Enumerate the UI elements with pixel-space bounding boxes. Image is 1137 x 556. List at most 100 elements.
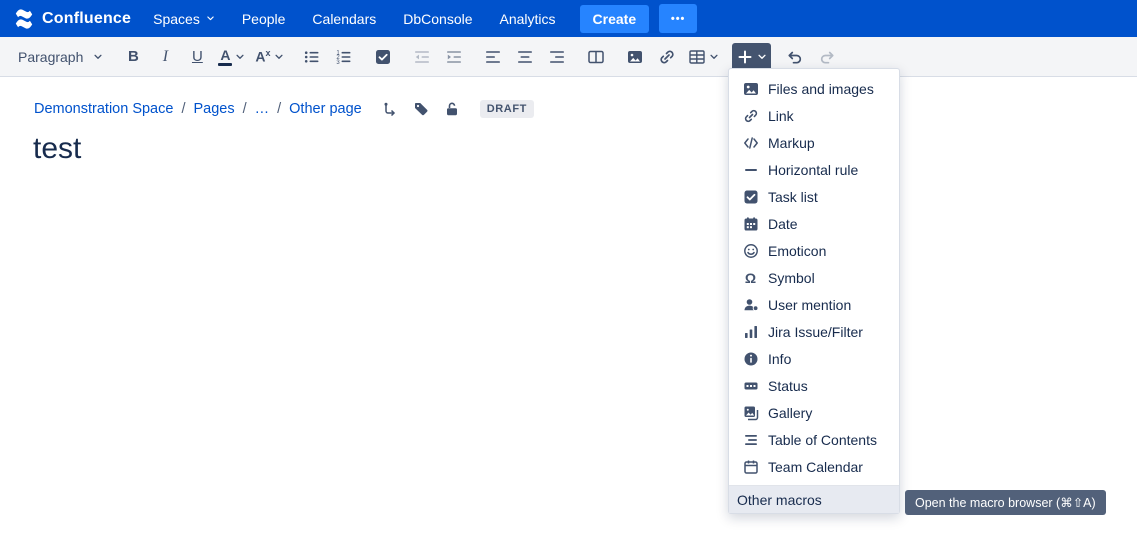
align-right-icon [548,48,566,66]
indent-icon [445,48,463,66]
insert-menu-item[interactable]: Date [729,210,899,237]
page-tree-button[interactable] [382,101,398,117]
page-title-input[interactable]: test [33,132,81,166]
nav-item-analytics[interactable]: Analytics [500,11,556,27]
insert-menu-item[interactable]: Jira Issue/Filter [729,318,899,345]
align-center-button[interactable] [510,43,540,71]
paragraph-style-label: Paragraph [18,49,83,65]
insert-menu-item[interactable]: Link [729,102,899,129]
insert-menu-item[interactable]: Horizontal rule [729,156,899,183]
align-left-button[interactable] [478,43,508,71]
chevron-down-icon [235,52,245,62]
insert-link-button[interactable] [652,43,682,71]
breadcrumb-link-space[interactable]: Demonstration Space [34,101,173,117]
insert-menu-item-label: Horizontal rule [768,162,858,178]
insert-menu-item-list: Files and images Link Markup Horizontal … [729,75,899,480]
indent-button[interactable] [439,43,469,71]
insert-menu-item-label: User mention [768,297,851,313]
breadcrumb-link-ellipsis[interactable]: … [255,101,270,117]
align-right-button[interactable] [542,43,572,71]
align-left-icon [484,48,502,66]
status-icon [742,377,759,394]
insert-menu-item[interactable]: Table of Contents [729,426,899,453]
outdent-button[interactable] [407,43,437,71]
redo-button[interactable] [812,43,842,71]
undo-button[interactable] [780,43,810,71]
insert-menu-item[interactable]: Emoticon [729,237,899,264]
nav-item-label: Spaces [153,11,200,27]
insert-menu-item-label: Gallery [768,405,812,421]
toolbar-group-task [368,43,398,71]
restrictions-button[interactable] [444,101,460,117]
task-list-button[interactable] [368,43,398,71]
chevron-down-icon [93,52,103,62]
breadcrumb-link-pages[interactable]: Pages [193,101,234,117]
insert-menu-item[interactable]: Task list [729,183,899,210]
chevron-down-icon [274,52,284,62]
files-and-images-icon [742,80,759,97]
nav-item-spaces[interactable]: Spaces [153,11,215,27]
nav-item-calendars[interactable]: Calendars [312,11,376,27]
chevron-down-icon [757,52,767,62]
link-icon [742,107,759,124]
breadcrumb-separator: / [277,101,281,117]
markup-icon [742,134,759,151]
chevron-down-icon [709,52,719,62]
italic-button[interactable]: I [150,43,180,71]
insert-menu-item[interactable]: User mention [729,291,899,318]
insert-table-button[interactable] [684,43,723,71]
confluence-home-link[interactable]: Confluence [14,9,131,29]
other-macros-item[interactable]: Other macros [729,485,899,513]
bold-button[interactable]: B [118,43,148,71]
insert-menu-item[interactable]: Team Calendar [729,453,899,480]
jira-issue-filter-icon [742,323,759,340]
nav-item-label: People [242,11,286,27]
page-layout-button[interactable] [581,43,611,71]
breadcrumb-link-other-page[interactable]: Other page [289,101,362,117]
insert-menu-item-label: Date [768,216,798,232]
info-icon [742,350,759,367]
nav-item-label: Calendars [312,11,376,27]
insert-menu-item[interactable]: Gallery [729,399,899,426]
restrictions-icon [444,101,460,117]
brand-name: Confluence [42,10,131,28]
insert-more-content-button[interactable] [732,43,771,71]
breadcrumb-separator: / [181,101,185,117]
paragraph-style-dropdown[interactable]: Paragraph [12,43,109,71]
insert-menu-item-label: Files and images [768,81,874,97]
breadcrumb-separator: / [243,101,247,117]
draft-badge: DRAFT [480,100,534,118]
toolbar-group-text-format: B I U A Ax [118,43,287,71]
breadcrumb: Demonstration Space / Pages / … / Other … [34,100,534,118]
page-tree-icon [382,101,398,117]
insert-menu-item-label: Info [768,351,791,367]
nav-item-people[interactable]: People [242,11,286,27]
tooltip-text: Open the macro browser (⌘⇧A) [915,496,1096,510]
toolbar-group-layout [581,43,611,71]
more-formatting-button[interactable]: Ax [251,43,287,71]
underline-button[interactable]: U [182,43,212,71]
table-icon [688,48,706,66]
insert-image-icon [626,48,644,66]
macro-browser-tooltip: Open the macro browser (⌘⇧A) [905,490,1106,515]
create-button[interactable]: Create [580,5,650,33]
italic-icon: I [163,48,168,66]
toolbar-group-indent [407,43,469,71]
insert-menu-item-label: Markup [768,135,815,151]
nav-item-dbconsole[interactable]: DbConsole [403,11,472,27]
table-of-contents-icon [742,431,759,448]
insert-menu-item[interactable]: Files and images [729,75,899,102]
insert-menu-item[interactable]: Markup [729,129,899,156]
insert-files-button[interactable] [620,43,650,71]
insert-menu-item[interactable]: Ω Symbol [729,264,899,291]
text-color-button[interactable]: A [214,43,249,71]
numbered-list-button[interactable]: 123 [329,43,359,71]
insert-menu-item[interactable]: Status [729,372,899,399]
insert-menu-item-label: Emoticon [768,243,826,259]
labels-icon [413,101,429,117]
insert-menu-item[interactable]: Info [729,345,899,372]
insert-link-icon [658,48,676,66]
labels-button[interactable] [413,101,429,117]
nav-more-button[interactable]: ••• [659,4,697,33]
bullet-list-button[interactable] [297,43,327,71]
